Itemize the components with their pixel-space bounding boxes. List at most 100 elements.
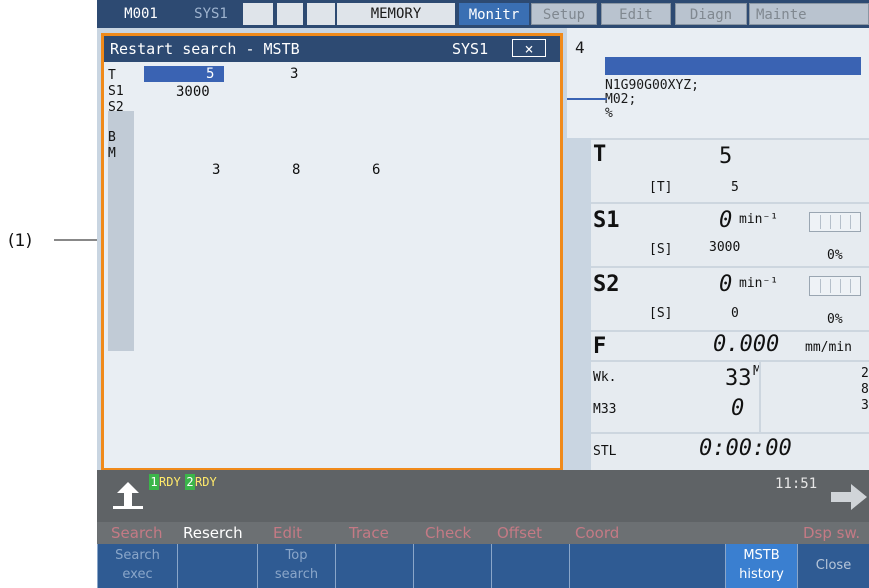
return-arrow-icon[interactable] <box>109 478 147 512</box>
softkey-empty[interactable] <box>569 544 647 588</box>
softkey-top-search[interactable]: Top search <box>257 544 335 588</box>
row-label-s1: S1 <box>108 84 124 99</box>
softkey-empty[interactable] <box>335 544 413 588</box>
dialog-title-bar: Restart search - MSTB SYS1 × <box>104 36 560 62</box>
status-slot-1 <box>243 3 273 25</box>
dialog-system: SYS1 <box>452 40 489 58</box>
status-slot-3 <box>307 3 335 25</box>
work-count-label: Wk. <box>593 370 617 385</box>
cycle-time-block: STL 0:00:00 <box>591 432 869 470</box>
program-number: M001 <box>124 6 158 22</box>
row-label-s2: S2 <box>108 100 124 115</box>
block-divider <box>759 362 761 434</box>
cell-t-2[interactable]: 3 <box>290 66 298 82</box>
menu-offset[interactable]: Offset <box>497 524 542 542</box>
cycle-time-label: STL <box>593 444 617 459</box>
program-block-number: 4 <box>575 38 585 57</box>
tab-diagn[interactable]: Diagn <box>675 3 747 25</box>
program-cursor-bar <box>605 57 861 75</box>
feedrate-unit: mm/min <box>805 340 852 355</box>
cell-t-1[interactable]: 5 <box>206 66 214 82</box>
softkey-search-exec[interactable]: Search exec <box>97 544 177 588</box>
spindle2-block: S2 0 min⁻¹ [S] 0 0% <box>591 266 869 332</box>
cnc-screen: M001 SYS1 MEMORY Monitr Setup Edit Diagn… <box>97 0 869 588</box>
work-counter-block: Wk. 33 M 2 8 3 M33 0 <box>591 360 869 434</box>
m-code-value: 8 <box>861 382 869 397</box>
softkey-label: search <box>274 567 319 582</box>
feedrate-label: F <box>593 334 607 359</box>
tab-monitr[interactable]: Monitr <box>459 3 529 25</box>
feedrate-block: F 0.000 mm/min <box>591 330 869 362</box>
menu-check[interactable]: Check <box>425 524 471 542</box>
spindle1-load-percent: 0% <box>827 248 843 263</box>
mode-status-bar: 1 RDY 2 RDY 11:51 <box>97 470 869 522</box>
cell-m-2[interactable]: 8 <box>292 162 300 178</box>
spindle2-load-gauge <box>809 276 861 296</box>
m-code-value: 2 <box>861 366 869 381</box>
clock: 11:51 <box>775 476 818 492</box>
menu-search[interactable]: Search <box>111 524 163 542</box>
spindle2-label: S2 <box>593 272 620 297</box>
menu-trace[interactable]: Trace <box>349 524 389 542</box>
m33-value: 0 <box>731 396 745 421</box>
m33-label: M33 <box>593 402 617 417</box>
softkey-empty[interactable] <box>491 544 569 588</box>
dialog-close-button[interactable]: × <box>512 39 546 58</box>
cell-m-3[interactable]: 6 <box>372 162 380 178</box>
softkey-close[interactable]: Close <box>797 544 869 588</box>
dialog-title: Restart search - MSTB <box>110 40 300 58</box>
cell-s1-1[interactable]: 3000 <box>176 84 210 100</box>
spindle2-sub-label: [S] <box>649 306 673 321</box>
softkey-label: Search <box>115 548 160 563</box>
softkey-label: Close <box>815 558 852 573</box>
softkey-mstb-history[interactable]: MSTB history <box>725 544 797 588</box>
softkey-label: exec <box>122 567 153 582</box>
menu-dsp-sw[interactable]: Dsp sw. <box>803 524 860 542</box>
mode-indicator: MEMORY <box>337 3 455 25</box>
tool-value: 5 <box>719 144 733 169</box>
tool-sub-value: 5 <box>731 180 739 195</box>
spindle2-sub-value: 0 <box>731 306 739 321</box>
rdy2-number: 2 <box>185 474 195 490</box>
spindle1-sub-value: 3000 <box>709 240 741 255</box>
cycle-time-value: 0:00:00 <box>699 436 792 461</box>
spindle2-load-percent: 0% <box>827 312 843 327</box>
menu-edit[interactable]: Edit <box>273 524 302 542</box>
rdy2-status: RDY <box>195 475 217 489</box>
tool-sub-label: [T] <box>649 180 673 195</box>
softkey-label: history <box>739 567 784 582</box>
m-code-value: 3 <box>861 398 869 413</box>
spindle1-value: 0 <box>719 208 733 233</box>
rdy1-number: 1 <box>149 474 159 490</box>
spindle1-sub-label: [S] <box>649 242 673 257</box>
cell-m-1[interactable]: 3 <box>212 162 220 178</box>
spindle1-load-gauge <box>809 212 861 232</box>
program-line: N1G90G00XYZ; <box>605 78 699 93</box>
menu-coord[interactable]: Coord <box>575 524 619 542</box>
tab-setup[interactable]: Setup <box>531 3 597 25</box>
restart-search-dialog: Restart search - MSTB SYS1 × T 5 3 S1 30… <box>101 33 563 471</box>
row-label-b: B <box>108 130 116 145</box>
top-status-bar: M001 SYS1 MEMORY Monitr Setup Edit Diagn… <box>97 0 869 28</box>
softkey-empty[interactable] <box>413 544 491 588</box>
feedrate-value: 0.000 <box>713 332 780 357</box>
menu-row: Search Reserch Edit Trace Check Offset C… <box>97 522 869 544</box>
rdy1-status: RDY <box>159 475 181 489</box>
tab-mainte[interactable]: Mainte <box>749 3 869 25</box>
softkey-empty[interactable] <box>177 544 257 588</box>
softkey-label: MSTB <box>743 548 780 563</box>
tool-label: T <box>593 142 607 167</box>
tab-edit[interactable]: Edit <box>601 3 671 25</box>
next-arrow-icon[interactable] <box>831 482 869 512</box>
menu-reserch[interactable]: Reserch <box>183 524 243 542</box>
program-line: % <box>605 106 613 121</box>
row-label-m: M <box>108 146 116 161</box>
spindle2-value: 0 <box>719 272 733 297</box>
work-count-value: 33 <box>725 366 752 391</box>
status-slot-2 <box>277 3 303 25</box>
spindle1-block: S1 0 min⁻¹ [S] 3000 0% <box>591 202 869 268</box>
spindle1-unit: min⁻¹ <box>739 212 779 227</box>
softkey-label: Top <box>285 548 308 563</box>
tool-block: T 5 [T] 5 <box>591 138 869 204</box>
softkey-bar: Search exec Top search MSTB history Clos… <box>97 544 869 588</box>
